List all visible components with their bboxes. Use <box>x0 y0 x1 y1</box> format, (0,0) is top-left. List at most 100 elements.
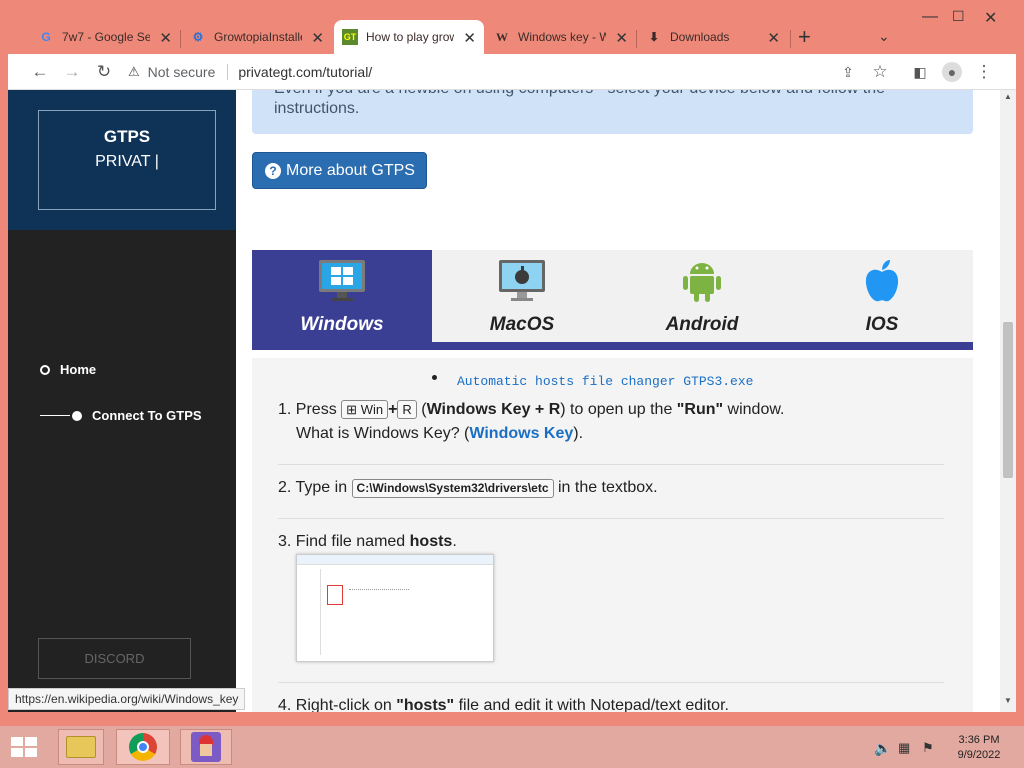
clock[interactable]: 3:36 PM 9/9/2022 <box>954 733 1004 763</box>
tab-downloads[interactable]: ⬇ Downloads ✕ <box>638 20 788 54</box>
apple-logo-icon <box>865 260 899 302</box>
scroll-up-arrow-icon[interactable]: ▲ <box>1004 92 1012 101</box>
browser-window: G 7w7 - Google Search ✕ ⚙ GrowtopiaInsta… <box>0 0 1024 726</box>
os-tab-windows[interactable]: Windows <box>252 250 432 342</box>
taskbar-chrome[interactable] <box>116 729 170 765</box>
profile-avatar-icon[interactable]: ● <box>940 60 964 84</box>
step-1: 1. Press ⊞ Win + R (Windows Key + R) to op… <box>278 398 784 446</box>
scrollbar-thumb[interactable] <box>1003 322 1013 478</box>
step-text: in the textbox. <box>557 479 658 496</box>
sidebar: GTPS PRIVAT | Home Connect To GTPS DISCO… <box>8 90 236 712</box>
browser-toolbar: ← → ↻ ⚠ Not secure privategt.com/tutoria… <box>8 54 1016 90</box>
android-robot-icon <box>683 263 721 302</box>
os-tab-macos[interactable]: MacOS <box>432 250 612 342</box>
url-text[interactable]: privategt.com/tutorial/ <box>238 64 372 80</box>
bullet-list-item: Automatic hosts file changer GTPS3.exe <box>432 374 753 389</box>
apple-monitor-icon <box>499 260 545 301</box>
menu-kebab-icon[interactable]: ⋮ <box>972 60 996 84</box>
hosts-changer-link[interactable]: Automatic hosts file changer GTPS3.exe <box>457 374 753 389</box>
nav-connect-to-gtps[interactable]: Connect To GTPS <box>40 408 202 423</box>
windows-start-icon <box>11 737 37 757</box>
tab-growtopia-installer[interactable]: ⚙ GrowtopiaInstaller ✕ <box>182 20 332 54</box>
step-number: 2. <box>278 479 292 496</box>
step-text: Press <box>295 401 337 418</box>
discord-button[interactable]: DISCORD <box>38 638 191 679</box>
more-about-gtps-button[interactable]: ? More about GTPS <box>252 152 427 189</box>
tab-separator <box>180 30 181 48</box>
bookmark-star-icon[interactable]: ☆ <box>868 60 892 84</box>
nav-home[interactable]: Home <box>40 362 96 377</box>
plus-sign: + <box>388 401 398 418</box>
key-combo: Windows Key + R <box>426 401 561 418</box>
network-icon[interactable]: ▦ <box>898 740 910 756</box>
separator <box>227 64 229 80</box>
os-tab-android[interactable]: Android <box>612 250 792 342</box>
windows-logo-icon: ⊞ <box>346 402 358 417</box>
nav-label: Home <box>60 362 97 377</box>
close-tab-icon[interactable]: ✕ <box>311 29 324 47</box>
logo-title: GTPS <box>103 127 151 146</box>
share-icon[interactable]: ⇪ <box>836 60 860 84</box>
step-text: Find file named <box>295 533 406 550</box>
tab-how-to-play[interactable]: GT How to play growtopia ✕ <box>334 20 484 54</box>
maximize-button[interactable]: ☐ <box>952 8 965 25</box>
explorer-titlebar <box>297 555 493 565</box>
tab-windows-key[interactable]: W Windows key - Wikipedia ✕ <box>486 20 636 54</box>
sidebar-header: GTPS PRIVAT | <box>8 90 236 230</box>
tab-separator <box>790 30 791 48</box>
reload-icon[interactable]: ↻ <box>92 60 116 84</box>
windows-monitor-icon <box>319 260 365 301</box>
minimize-button[interactable]: — <box>922 8 938 26</box>
r-key: R <box>397 400 417 419</box>
close-window-button[interactable]: ✕ <box>984 8 997 28</box>
tab-google[interactable]: G 7w7 - Google Search ✕ <box>30 20 180 54</box>
tab-label: Downloads <box>670 30 730 44</box>
nav-label: Connect To GTPS <box>92 408 202 423</box>
step-text: Type in <box>295 479 348 496</box>
action-center-flag-icon[interactable]: ⚑ <box>922 740 934 756</box>
button-label: More about GTPS <box>286 161 415 179</box>
close-tab-icon[interactable]: ✕ <box>767 29 780 47</box>
taskbar-growtopia[interactable] <box>180 729 232 765</box>
hosts-label: "hosts" <box>396 697 455 712</box>
tab-label: Windows key - Wikipedia <box>518 30 606 44</box>
tab-search-icon[interactable]: ⌄ <box>878 28 890 45</box>
os-tab-label: IOS <box>865 314 899 335</box>
step-number: 1. <box>278 401 292 418</box>
taskbar-file-explorer[interactable] <box>58 729 104 765</box>
os-tab-label: Windows <box>300 314 384 335</box>
step-number: 3. <box>278 533 292 550</box>
new-tab-button[interactable]: + <box>798 24 811 50</box>
step-number: 4. <box>278 697 292 712</box>
close-tab-icon[interactable]: ✕ <box>463 29 476 47</box>
explorer-nav-pane <box>301 569 321 655</box>
info-line1: Even if you are a newbie on using comput… <box>274 90 951 100</box>
logo-subtitle: PRIVAT | <box>95 153 159 170</box>
explorer-screenshot-image[interactable] <box>296 554 494 662</box>
start-button[interactable] <box>4 729 44 765</box>
info-box: Even if you are a newbie on using comput… <box>252 90 973 134</box>
main-content: Even if you are a newbie on using comput… <box>236 90 1000 712</box>
forward-arrow-icon[interactable]: → <box>60 60 84 84</box>
chrome-icon <box>129 733 157 761</box>
windows-key-link[interactable]: Windows Key <box>469 425 573 442</box>
os-tab-ios[interactable]: IOS <box>792 250 972 342</box>
close-tab-icon[interactable]: ✕ <box>615 29 628 47</box>
info-line2: instructions. <box>274 100 360 117</box>
volume-muted-icon[interactable]: 🔈 <box>874 740 891 757</box>
step-text: ) to open up the <box>560 401 673 418</box>
vertical-scrollbar[interactable]: ▲ ▼ <box>1000 90 1016 712</box>
page-viewport: GTPS PRIVAT | Home Connect To GTPS DISCO… <box>8 90 1016 712</box>
close-tab-icon[interactable]: ✕ <box>159 29 172 47</box>
tab-label: 7w7 - Google Search <box>62 30 150 44</box>
gtps-icon: GT <box>342 29 358 45</box>
address-bar[interactable]: ⚠ Not secure privategt.com/tutorial/ <box>128 58 856 86</box>
scroll-down-arrow-icon[interactable]: ▼ <box>1004 696 1012 705</box>
back-arrow-icon[interactable]: ← <box>28 60 52 84</box>
security-label: Not secure <box>147 64 216 80</box>
side-panel-icon[interactable]: ◧ <box>908 60 932 84</box>
steps-panel: Automatic hosts file changer GTPS3.exe 1… <box>252 358 973 712</box>
os-tab-label: Android <box>665 314 739 335</box>
site-logo[interactable]: GTPS PRIVAT | <box>38 110 216 210</box>
warning-icon[interactable]: ⚠ <box>128 64 140 80</box>
